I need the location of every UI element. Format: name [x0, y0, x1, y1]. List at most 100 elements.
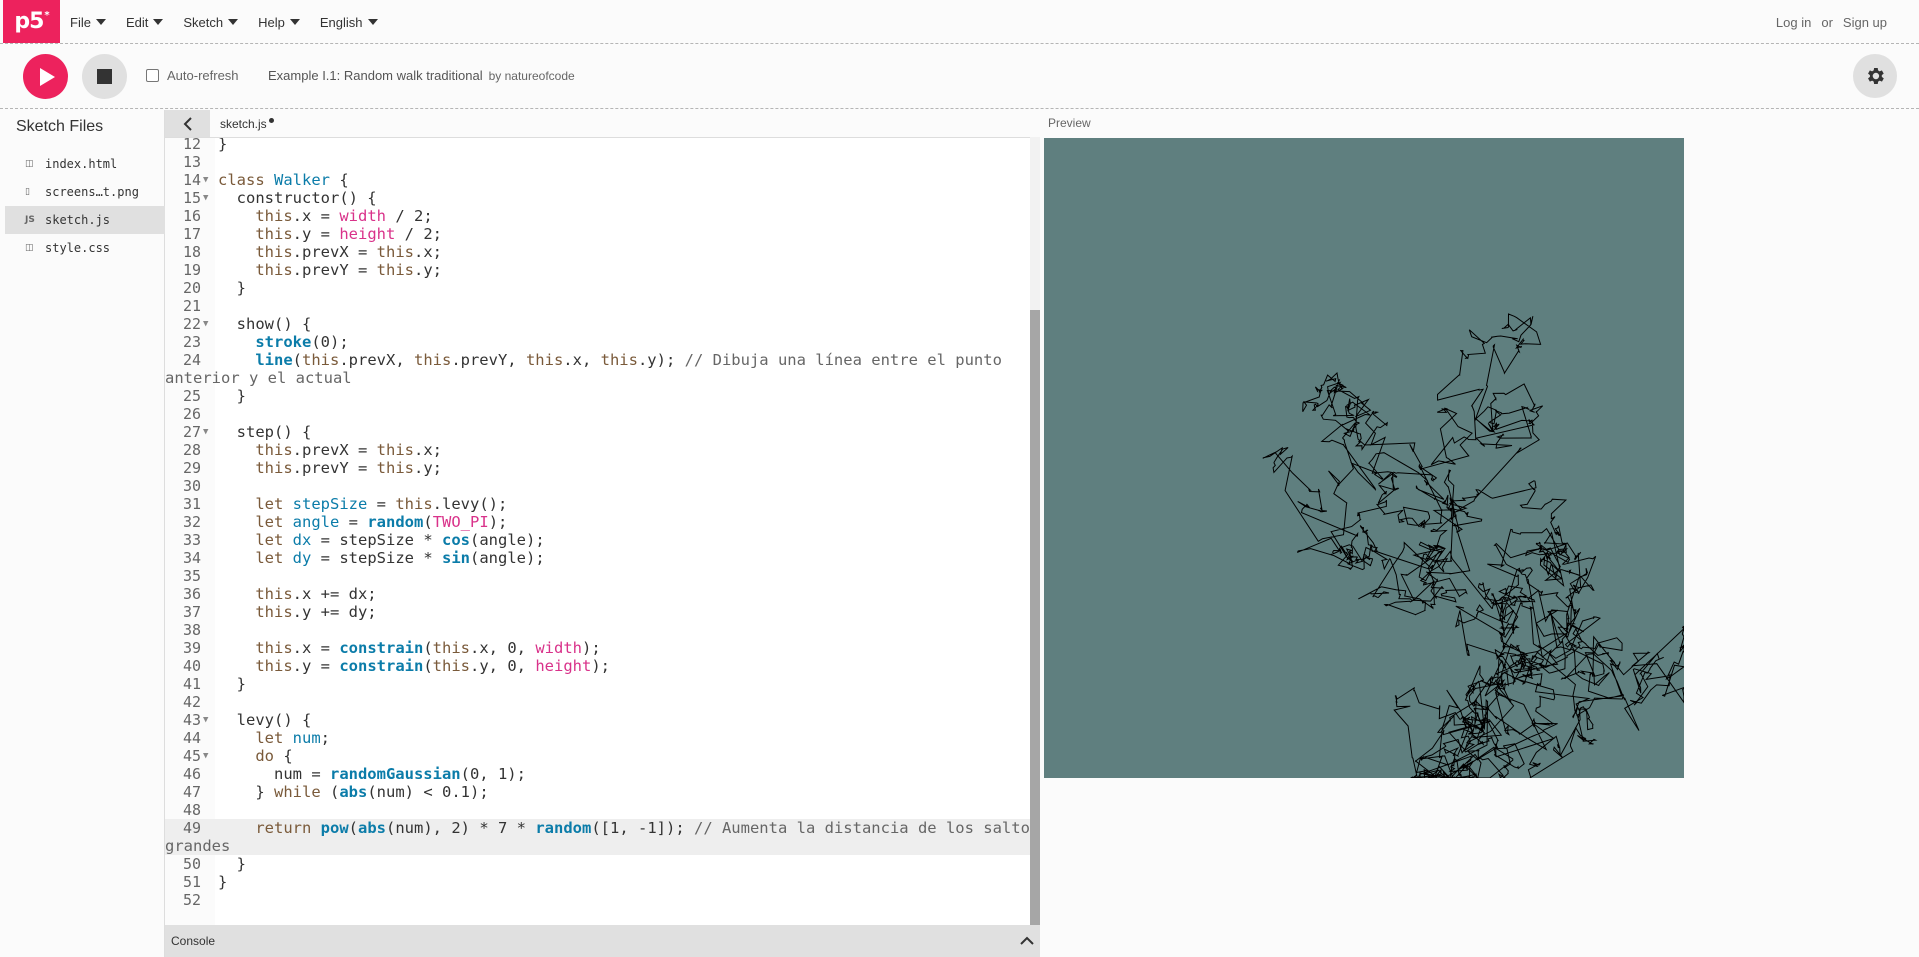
code-line[interactable]: 42: [165, 693, 1030, 711]
code-line[interactable]: grandes: [165, 837, 1030, 855]
code-line[interactable]: 44 let num;: [165, 729, 1030, 747]
code-line[interactable]: 40 this.y = constrain(this.y, 0, height)…: [165, 657, 1030, 675]
code-line[interactable]: 39 this.x = constrain(this.x, 0, width);: [165, 639, 1030, 657]
line-number: 14: [182, 171, 201, 189]
code-editor[interactable]: 12} 13 14 ▼ class Walker {15 ▼ constructor() …: [165, 137, 1040, 925]
code-text: do {: [255, 747, 293, 765]
code-line[interactable]: 32 let angle = random(TWO_PI);: [165, 513, 1030, 531]
auto-refresh-checkbox[interactable]: [146, 69, 159, 82]
code-line[interactable]: 46 num = randomGaussian(0, 1);: [165, 765, 1030, 783]
file-item-sketch-js[interactable]: JS sketch.js: [5, 206, 165, 234]
line-number: 48: [182, 801, 201, 819]
code-line[interactable]: 34 let dy = stepSize * sin(angle);: [165, 549, 1030, 567]
file-name: screens…t.png: [45, 185, 139, 199]
settings-button[interactable]: [1853, 54, 1897, 98]
code-line[interactable]: 45 ▼ do {: [165, 747, 1030, 765]
login-link[interactable]: Log in: [1776, 15, 1811, 30]
code-line[interactable]: 15 ▼ constructor() {: [165, 189, 1030, 207]
collapse-sidebar-button[interactable]: [165, 110, 210, 137]
code-line[interactable]: 30: [165, 477, 1030, 495]
stop-button[interactable]: [82, 54, 127, 99]
line-number: 52: [182, 891, 201, 909]
code-line[interactable]: 41 }: [165, 675, 1030, 693]
file-item-index-html[interactable]: ◫ index.html: [5, 150, 165, 178]
file-item-style-css[interactable]: ◫ style.css: [5, 234, 165, 262]
p5-logo[interactable]: p5 *: [3, 0, 60, 43]
code-line[interactable]: 29 this.prevY = this.y;: [165, 459, 1030, 477]
code-line[interactable]: 35: [165, 567, 1030, 585]
code-line[interactable]: 17 this.y = height / 2;: [165, 225, 1030, 243]
chevron-down-icon: [228, 19, 239, 25]
line-number: 20: [182, 279, 201, 297]
menu-edit[interactable]: Edit: [126, 15, 164, 30]
console-bar[interactable]: Console: [165, 925, 1040, 957]
code-line[interactable]: 26: [165, 405, 1030, 423]
code-line[interactable]: 12}: [165, 138, 1030, 153]
line-number: 42: [182, 693, 201, 711]
menu-language[interactable]: English: [320, 15, 378, 30]
preview-canvas[interactable]: [1044, 138, 1684, 778]
menu-help[interactable]: Help: [258, 15, 300, 30]
editor-scrollbar[interactable]: [1030, 310, 1040, 925]
unsaved-dot-icon: [268, 117, 274, 123]
file-item-screenshot-png[interactable]: ▯ screens…t.png: [5, 178, 165, 206]
code-line[interactable]: 36 this.x += dx;: [165, 585, 1030, 603]
fold-arrow-icon[interactable]: ▼: [203, 171, 208, 189]
line-number: 17: [182, 225, 201, 243]
code-line[interactable]: 22 ▼ show() {: [165, 315, 1030, 333]
menu-language-label: English: [319, 14, 363, 30]
code-line[interactable]: 49 return pow(abs(num), 2) * 7 * random(…: [165, 819, 1039, 837]
code-text: }: [218, 855, 246, 873]
code-line[interactable]: 31 let stepSize = this.levy();: [165, 495, 1030, 513]
code-line[interactable]: 47 } while (abs(num) < 0.1);: [165, 783, 1030, 801]
code-line[interactable]: 18 this.prevX = this.x;: [165, 243, 1030, 261]
fold-arrow-icon[interactable]: ▼: [203, 747, 208, 765]
logo-asterisk: *: [44, 10, 49, 21]
code-line[interactable]: 21: [165, 297, 1030, 315]
code-line[interactable]: 25 }: [165, 387, 1030, 405]
code-text: } while (abs(num) < 0.1);: [218, 783, 489, 801]
file-name: index.html: [45, 157, 118, 171]
code-line[interactable]: 16 this.x = width / 2;: [165, 207, 1030, 225]
chevron-up-icon[interactable]: [1020, 936, 1034, 946]
menu-sketch[interactable]: Sketch: [183, 15, 239, 30]
signup-link[interactable]: Sign up: [1843, 15, 1887, 30]
code-line[interactable]: anterior y el actual: [165, 369, 1030, 387]
code-line[interactable]: 20 }: [165, 279, 1030, 297]
code-text: grandes: [165, 837, 231, 855]
chevron-down-icon: [289, 19, 300, 25]
fold-arrow-icon[interactable]: ▼: [203, 711, 208, 729]
code-text: anterior y el actual: [165, 369, 352, 387]
code-line[interactable]: 24 line(this.prevX, this.prevY, this.x, …: [165, 351, 1030, 369]
line-number: 51: [182, 873, 201, 891]
fold-arrow-icon[interactable]: ▼: [203, 315, 208, 333]
image-file-icon: ▯: [25, 187, 30, 197]
code-text: let dy = stepSize * sin(angle);: [255, 549, 545, 567]
fold-arrow-icon[interactable]: ▼: [203, 189, 208, 207]
auth-links: Log in or Sign up: [1776, 0, 1887, 44]
code-line[interactable]: 33 let dx = stepSize * cos(angle);: [165, 531, 1030, 549]
code-content[interactable]: 12} 13 14 ▼ class Walker {15 ▼ constructor() …: [165, 138, 1039, 909]
code-line[interactable]: 43 ▼ levy() {: [165, 711, 1030, 729]
code-line[interactable]: 28 this.prevX = this.x;: [165, 441, 1030, 459]
code-line[interactable]: 27 ▼ step() {: [165, 423, 1030, 441]
code-line[interactable]: 38: [165, 621, 1030, 639]
line-number: 13: [182, 153, 201, 171]
code-line[interactable]: 14 ▼ class Walker {: [165, 171, 1030, 189]
tab-sketch-js[interactable]: sketch.js: [220, 117, 274, 131]
code-text: let angle = random(TWO_PI);: [255, 513, 508, 531]
code-line[interactable]: 19 this.prevY = this.y;: [165, 261, 1030, 279]
sketch-title[interactable]: Example I.1: Random walk traditional by …: [268, 68, 575, 83]
preview-label: Preview: [1048, 116, 1091, 130]
code-line[interactable]: 23 stroke(0);: [165, 333, 1030, 351]
code-line[interactable]: 48: [165, 801, 1030, 819]
code-line[interactable]: 51}: [165, 873, 1030, 891]
code-line[interactable]: 37 this.y += dy;: [165, 603, 1030, 621]
play-button[interactable]: [23, 54, 68, 99]
code-line[interactable]: 50 }: [165, 855, 1030, 873]
fold-arrow-icon[interactable]: ▼: [203, 423, 208, 441]
code-line[interactable]: 13: [165, 153, 1030, 171]
code-line[interactable]: 52: [165, 891, 1030, 909]
code-text: this.prevX = this.x;: [255, 441, 442, 459]
menu-file[interactable]: File: [70, 15, 106, 30]
